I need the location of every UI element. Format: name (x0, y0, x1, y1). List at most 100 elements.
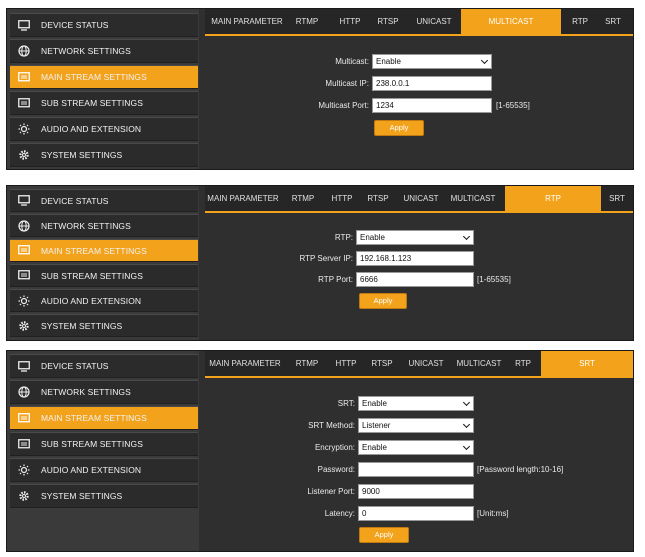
tab-main-parameter[interactable]: MAIN PARAMETER (207, 351, 283, 376)
sidebar-item-label: DEVICE STATUS (41, 361, 109, 371)
sidebar-item-sub-stream-settings[interactable]: SUB STREAM SETTINGS (10, 264, 198, 287)
sidebar-item-system-settings[interactable]: SYSTEM SETTINGS (10, 314, 198, 337)
tab-http[interactable]: HTTP (333, 9, 367, 34)
sidebar-item-main-stream-settings[interactable]: MAIN STREAM SETTINGS (10, 239, 198, 262)
tab-rtsp[interactable]: RTSP (371, 9, 405, 34)
tab-rtsp[interactable]: RTSP (361, 186, 395, 211)
tab-srt[interactable]: SRT (605, 186, 629, 211)
tab-rtmp[interactable]: RTMP (289, 9, 325, 34)
sidebar-item-sub-stream-settings[interactable]: SUB STREAM SETTINGS (10, 432, 198, 456)
latency-label: Latency: (324, 509, 355, 518)
stream-card-icon (17, 70, 31, 84)
sidebar-item-system-settings[interactable]: SYSTEM SETTINGS (10, 143, 198, 167)
rtp-settings-panel: DEVICE STATUS NETWORK SETTINGS MAIN STRE… (6, 185, 634, 341)
encryption-label: Encryption: (314, 443, 355, 452)
tab-unicast[interactable]: UNICAST (399, 186, 443, 211)
apply-button[interactable]: Apply (359, 527, 409, 543)
multicast-port-input[interactable]: 1234 (372, 98, 492, 113)
tab-main-parameter[interactable]: MAIN PARAMETER (205, 186, 281, 211)
stream-card-icon (17, 244, 31, 258)
sidebar-item-label: DEVICE STATUS (41, 195, 109, 206)
sun-gear-icon (17, 463, 31, 477)
srt-select[interactable]: Enable (358, 396, 474, 411)
sidebar-item-label: SUB STREAM SETTINGS (41, 439, 144, 449)
multicast-ip-label: Multicast IP: (325, 79, 369, 88)
latency-input[interactable]: 0 (358, 506, 474, 521)
monitor-icon (17, 194, 31, 208)
password-input[interactable] (358, 462, 474, 477)
stream-card-icon (17, 96, 31, 110)
tab-rtp[interactable]: RTP (505, 186, 601, 211)
tab-http[interactable]: HTTP (325, 186, 359, 211)
protocol-tabs: MAIN PARAMETER RTMP HTTP RTSP UNICAST MU… (205, 9, 633, 36)
tab-rtmp[interactable]: RTMP (285, 186, 321, 211)
sidebar-item-network-settings[interactable]: NETWORK SETTINGS (10, 39, 198, 63)
sidebar-item-main-stream-settings[interactable]: MAIN STREAM SETTINGS (10, 65, 198, 89)
apply-button[interactable]: Apply (359, 293, 407, 309)
rtp-port-input[interactable]: 6666 (356, 272, 474, 287)
sidebar-item-label: AUDIO AND EXTENSION (41, 295, 142, 306)
sidebar-item-label: SUB STREAM SETTINGS (41, 270, 144, 281)
encryption-select[interactable]: Enable (358, 440, 474, 455)
sidebar-item-label: AUDIO AND EXTENSION (41, 124, 142, 134)
port-range-hint: [1-65535] (477, 275, 511, 284)
stream-card-icon (17, 437, 31, 451)
tab-srt[interactable]: SRT (541, 351, 633, 376)
srt-settings-panel: DEVICE STATUS NETWORK SETTINGS MAIN STRE… (6, 350, 634, 552)
settings-content: MAIN PARAMETER RTMP HTTP RTSP UNICAST MU… (205, 9, 633, 169)
multicast-port-label: Multicast Port: (318, 101, 369, 110)
sidebar-item-audio-and-extension[interactable]: AUDIO AND EXTENSION (10, 117, 198, 141)
tab-http[interactable]: HTTP (329, 351, 363, 376)
tab-rtp[interactable]: RTP (509, 351, 537, 376)
tab-multicast[interactable]: MULTICAST (453, 351, 505, 376)
stream-card-icon (17, 269, 31, 283)
port-range-hint: [1-65535] (496, 101, 530, 110)
sidebar-item-label: SYSTEM SETTINGS (41, 491, 123, 501)
apply-button[interactable]: Apply (374, 120, 424, 136)
multicast-select[interactable]: Enable (372, 54, 492, 69)
gear-icon (17, 148, 31, 162)
sidebar-item-system-settings[interactable]: SYSTEM SETTINGS (10, 484, 198, 508)
rtp-select[interactable]: Enable (356, 230, 474, 245)
sidebar-item-device-status[interactable]: DEVICE STATUS (10, 13, 198, 37)
sidebar-item-network-settings[interactable]: NETWORK SETTINGS (10, 214, 198, 237)
monitor-icon (17, 359, 31, 373)
globe-icon (17, 385, 31, 399)
listener-port-input[interactable]: 9000 (358, 484, 474, 499)
protocol-tabs: MAIN PARAMETER RTMP HTTP RTSP UNICAST MU… (205, 186, 633, 213)
sidebar-item-label: MAIN STREAM SETTINGS (41, 413, 147, 423)
rtp-server-ip-label: RTP Server IP: (299, 254, 354, 263)
sidebar-item-label: NETWORK SETTINGS (41, 46, 131, 56)
tab-unicast[interactable]: UNICAST (403, 351, 449, 376)
multicast-ip-input[interactable]: 238.0.0.1 (372, 76, 492, 91)
tab-rtp[interactable]: RTP (567, 9, 593, 34)
sidebar-item-device-status[interactable]: DEVICE STATUS (10, 354, 198, 378)
rtp-label: RTP: (334, 233, 353, 242)
sidebar-item-label: NETWORK SETTINGS (41, 387, 131, 397)
sidebar-item-audio-and-extension[interactable]: AUDIO AND EXTENSION (10, 458, 198, 482)
sidebar-item-label: DEVICE STATUS (41, 20, 109, 30)
sidebar-item-audio-and-extension[interactable]: AUDIO AND EXTENSION (10, 289, 198, 312)
sidebar-item-sub-stream-settings[interactable]: SUB STREAM SETTINGS (10, 91, 198, 115)
rtp-port-label: RTP Port: (318, 275, 353, 284)
rtp-server-ip-input[interactable]: 192.168.1.123 (356, 251, 474, 266)
sun-gear-icon (17, 294, 31, 308)
tab-main-parameter[interactable]: MAIN PARAMETER (209, 9, 285, 34)
multicast-label: Multicast: (335, 57, 369, 66)
tab-multicast[interactable]: MULTICAST (447, 186, 499, 211)
tab-multicast[interactable]: MULTICAST (461, 9, 561, 34)
sidebar-item-network-settings[interactable]: NETWORK SETTINGS (10, 380, 198, 404)
tab-unicast[interactable]: UNICAST (411, 9, 457, 34)
srt-method-label: SRT Method: (308, 421, 355, 430)
sidebar-item-device-status[interactable]: DEVICE STATUS (10, 189, 198, 212)
tab-rtsp[interactable]: RTSP (365, 351, 399, 376)
srt-method-select[interactable]: Listener (358, 418, 474, 433)
srt-label: SRT: (337, 399, 355, 408)
settings-content: MAIN PARAMETER RTMP HTTP RTSP UNICAST MU… (205, 186, 633, 340)
sidebar-item-label: AUDIO AND EXTENSION (41, 465, 142, 475)
tab-rtmp[interactable]: RTMP (289, 351, 325, 376)
sidebar-item-main-stream-settings[interactable]: MAIN STREAM SETTINGS (10, 406, 198, 430)
monitor-icon (17, 18, 31, 32)
gear-icon (17, 489, 31, 503)
tab-srt[interactable]: SRT (601, 9, 625, 34)
